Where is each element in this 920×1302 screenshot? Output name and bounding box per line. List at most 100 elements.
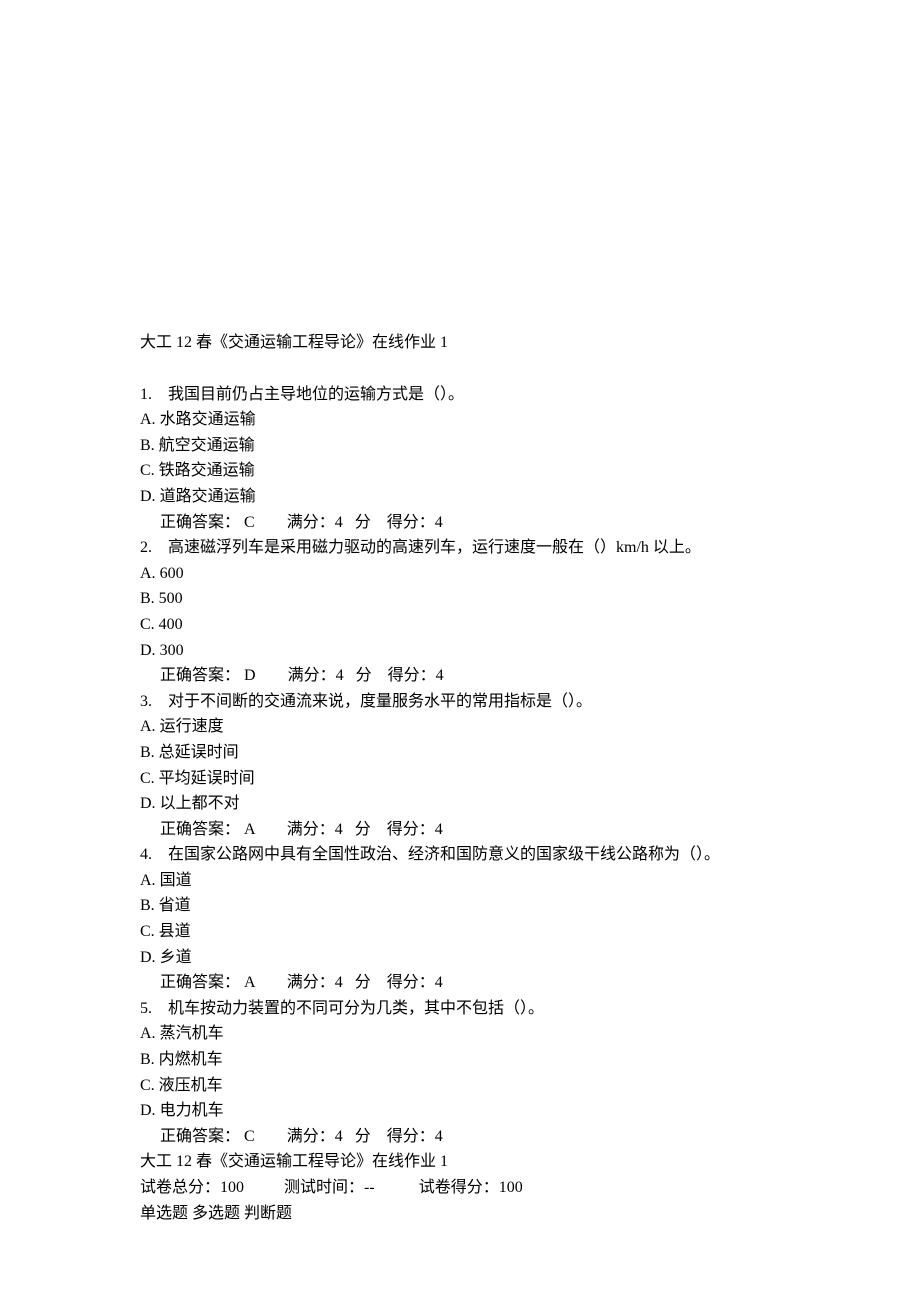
qtype-single: 单选题 bbox=[140, 1205, 188, 1222]
option-label: D. bbox=[140, 488, 156, 505]
option-text: 总延误时间 bbox=[159, 744, 239, 761]
option-label: D. bbox=[140, 949, 156, 966]
full-score-value: 4 bbox=[335, 1128, 343, 1145]
option-label: A. bbox=[140, 565, 156, 582]
score-unit: 分 bbox=[355, 974, 371, 991]
question-text: 对于不间断的交通流来说，度量服务水平的常用指标是（）。 bbox=[168, 693, 592, 710]
question-list: 1. 我国目前仍占主导地位的运输方式是（）。A. 水路交通运输B. 航空交通运输… bbox=[140, 382, 780, 1150]
option-line: B. 内燃机车 bbox=[140, 1047, 780, 1073]
question-block: 3. 对于不间断的交通流来说，度量服务水平的常用指标是（）。A. 运行速度B. … bbox=[140, 689, 780, 843]
page-title: 大工 12 春《交通运输工程导论》在线作业 1 bbox=[140, 330, 780, 356]
total-score-label: 试卷总分： bbox=[140, 1179, 220, 1196]
option-label: D. bbox=[140, 1102, 156, 1119]
answer-value: A bbox=[244, 821, 255, 838]
question-text: 机车按动力装置的不同可分为几类，其中不包括（）。 bbox=[168, 1000, 544, 1017]
answer-line: 正确答案： C 满分：4 分 得分：4 bbox=[140, 1124, 780, 1150]
option-label: C. bbox=[140, 616, 155, 633]
option-line: C. 液压机车 bbox=[140, 1073, 780, 1099]
question-block: 1. 我国目前仍占主导地位的运输方式是（）。A. 水路交通运输B. 航空交通运输… bbox=[140, 382, 780, 536]
option-label: D. bbox=[140, 795, 156, 812]
gain-label: 得分： bbox=[387, 1128, 435, 1145]
option-text: 400 bbox=[159, 616, 183, 633]
option-text: 县道 bbox=[159, 923, 191, 940]
option-label: C. bbox=[140, 770, 155, 787]
question-text: 在国家公路网中具有全国性政治、经济和国防意义的国家级干线公路称为（）。 bbox=[168, 846, 720, 863]
option-text: 内燃机车 bbox=[159, 1051, 223, 1068]
option-line: C. 平均延误时间 bbox=[140, 766, 780, 792]
option-text: 水路交通运输 bbox=[160, 411, 256, 428]
option-line: D. 以上都不对 bbox=[140, 791, 780, 817]
option-line: D. 300 bbox=[140, 638, 780, 664]
answer-value: A bbox=[244, 974, 255, 991]
answer-value: C bbox=[244, 1128, 255, 1145]
question-block: 5. 机车按动力装置的不同可分为几类，其中不包括（）。A. 蒸汽机车B. 内燃机… bbox=[140, 996, 780, 1150]
answer-label: 正确答案： bbox=[160, 974, 240, 991]
answer-line: 正确答案： A 满分：4 分 得分：4 bbox=[140, 970, 780, 996]
option-text: 运行速度 bbox=[160, 718, 224, 735]
full-score-label: 满分： bbox=[287, 514, 335, 531]
option-text: 液压机车 bbox=[159, 1077, 223, 1094]
option-label: C. bbox=[140, 462, 155, 479]
question-stem: 4. 在国家公路网中具有全国性政治、经济和国防意义的国家级干线公路称为（）。 bbox=[140, 842, 780, 868]
option-line: D. 道路交通运输 bbox=[140, 484, 780, 510]
full-score-value: 4 bbox=[335, 514, 343, 531]
gain-label: 得分： bbox=[387, 974, 435, 991]
answer-label: 正确答案： bbox=[160, 821, 240, 838]
option-line: B. 航空交通运输 bbox=[140, 433, 780, 459]
answer-line: 正确答案： D 满分：4 分 得分：4 bbox=[140, 663, 780, 689]
qtype-judge: 判断题 bbox=[244, 1205, 292, 1222]
option-line: C. 铁路交通运输 bbox=[140, 458, 780, 484]
option-text: 平均延误时间 bbox=[159, 770, 255, 787]
option-line: A. 运行速度 bbox=[140, 714, 780, 740]
option-text: 蒸汽机车 bbox=[160, 1025, 224, 1042]
option-text: 300 bbox=[160, 642, 184, 659]
option-line: D. 电力机车 bbox=[140, 1098, 780, 1124]
option-line: A. 蒸汽机车 bbox=[140, 1021, 780, 1047]
option-label: C. bbox=[140, 1077, 155, 1094]
full-score-label: 满分： bbox=[287, 1128, 335, 1145]
option-text: 乡道 bbox=[160, 949, 192, 966]
option-text: 省道 bbox=[159, 897, 191, 914]
option-line: B. 省道 bbox=[140, 893, 780, 919]
option-text: 铁路交通运输 bbox=[159, 462, 255, 479]
test-time-value: -- bbox=[364, 1179, 375, 1196]
option-label: A. bbox=[140, 718, 156, 735]
option-label: A. bbox=[140, 872, 156, 889]
option-text: 以上都不对 bbox=[160, 795, 240, 812]
score-unit: 分 bbox=[355, 821, 371, 838]
question-stem: 5. 机车按动力装置的不同可分为几类，其中不包括（）。 bbox=[140, 996, 780, 1022]
answer-label: 正确答案： bbox=[160, 667, 240, 684]
gain-score-value: 100 bbox=[499, 1179, 523, 1196]
answer-value: D bbox=[244, 667, 256, 684]
score-unit: 分 bbox=[355, 1128, 371, 1145]
full-score-label: 满分： bbox=[287, 821, 335, 838]
full-score-value: 4 bbox=[336, 667, 344, 684]
option-text: 500 bbox=[159, 590, 183, 607]
document-page: 大工 12 春《交通运输工程导论》在线作业 1 1. 我国目前仍占主导地位的运输… bbox=[0, 0, 920, 1302]
gain-score-label: 试卷得分： bbox=[419, 1179, 499, 1196]
full-score-value: 4 bbox=[335, 974, 343, 991]
gain-value: 4 bbox=[435, 1128, 443, 1145]
option-label: A. bbox=[140, 1025, 156, 1042]
full-score-label: 满分： bbox=[288, 667, 336, 684]
gain-label: 得分： bbox=[388, 667, 436, 684]
qtype-multi: 多选题 bbox=[192, 1205, 240, 1222]
total-score-value: 100 bbox=[220, 1179, 244, 1196]
option-label: B. bbox=[140, 437, 155, 454]
gain-value: 4 bbox=[435, 974, 443, 991]
question-number: 5. bbox=[140, 1000, 152, 1017]
option-text: 600 bbox=[160, 565, 184, 582]
question-text: 我国目前仍占主导地位的运输方式是（）。 bbox=[168, 386, 464, 403]
option-line: C. 县道 bbox=[140, 919, 780, 945]
gain-label: 得分： bbox=[387, 514, 435, 531]
full-score-value: 4 bbox=[335, 821, 343, 838]
option-text: 道路交通运输 bbox=[160, 488, 256, 505]
option-line: A. 国道 bbox=[140, 868, 780, 894]
full-score-label: 满分： bbox=[287, 974, 335, 991]
answer-value: C bbox=[244, 514, 255, 531]
answer-line: 正确答案： A 满分：4 分 得分：4 bbox=[140, 817, 780, 843]
answer-label: 正确答案： bbox=[160, 514, 240, 531]
option-line: B. 总延误时间 bbox=[140, 740, 780, 766]
question-block: 4. 在国家公路网中具有全国性政治、经济和国防意义的国家级干线公路称为（）。A.… bbox=[140, 842, 780, 996]
test-time-label: 测试时间： bbox=[284, 1179, 364, 1196]
